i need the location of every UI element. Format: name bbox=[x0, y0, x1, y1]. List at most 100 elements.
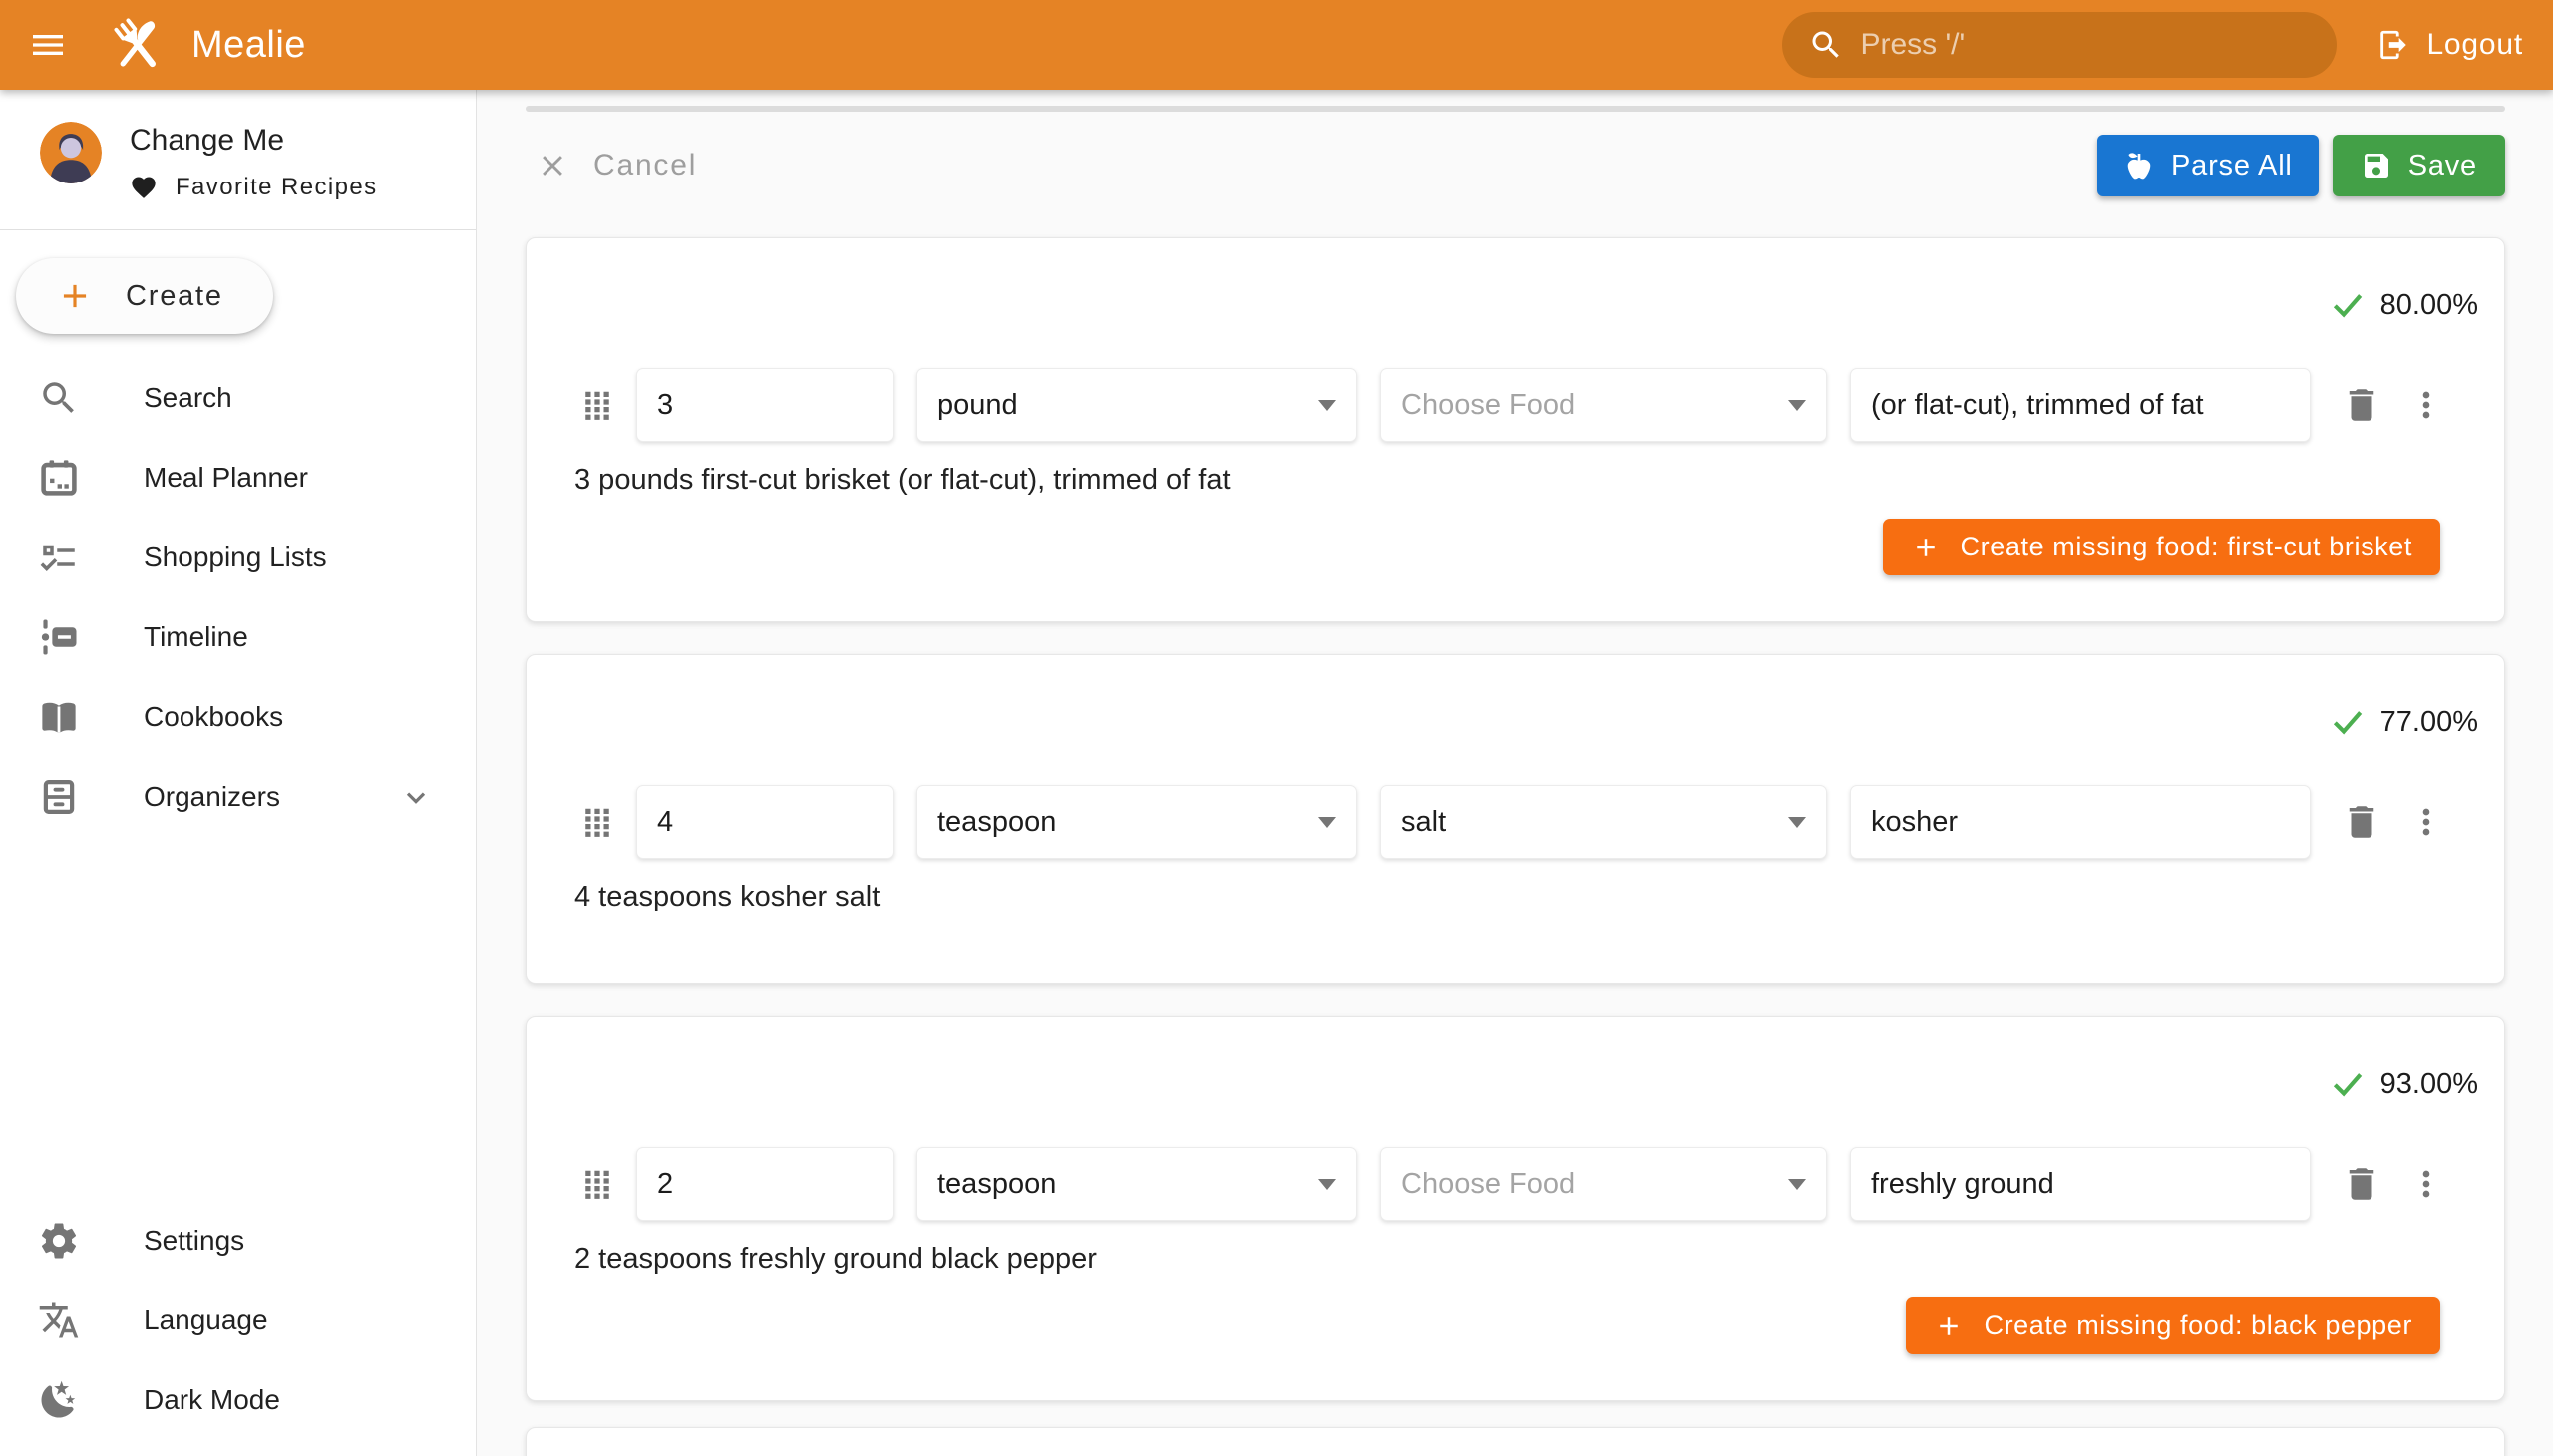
sidebar-item-label: Settings bbox=[144, 1225, 244, 1257]
check-icon bbox=[2329, 286, 2367, 324]
search-icon bbox=[38, 377, 80, 419]
sidebar-item-shopping-lists[interactable]: Shopping Lists bbox=[0, 518, 476, 597]
archive-icon bbox=[38, 776, 80, 818]
food-select[interactable]: Choose Food bbox=[1380, 368, 1827, 442]
food-placeholder: Choose Food bbox=[1401, 389, 1575, 422]
note-input[interactable] bbox=[1850, 368, 2311, 442]
delete-button[interactable] bbox=[2341, 384, 2382, 426]
quantity-input[interactable] bbox=[636, 368, 894, 442]
create-missing-food-button[interactable]: Create missing food: black pepper bbox=[1906, 1297, 2440, 1354]
close-icon bbox=[536, 149, 569, 182]
sidebar-item-timeline[interactable]: Timeline bbox=[0, 597, 476, 677]
chevron-down-icon bbox=[400, 781, 432, 813]
kebab-icon bbox=[2406, 1164, 2446, 1204]
trash-icon bbox=[2341, 384, 2382, 426]
sidebar-item-language[interactable]: Language bbox=[0, 1280, 476, 1360]
food-select[interactable]: Choose Food bbox=[1380, 1147, 1827, 1221]
timeline-icon bbox=[38, 616, 80, 658]
drag-handle[interactable] bbox=[582, 1169, 612, 1199]
more-menu-button[interactable] bbox=[2406, 802, 2446, 842]
quantity-input[interactable] bbox=[636, 1147, 894, 1221]
sidebar-item-dark-mode[interactable]: Dark Mode bbox=[0, 1360, 476, 1440]
parser-toolbar: Cancel Parse All Save bbox=[526, 134, 2505, 197]
more-menu-button[interactable] bbox=[2406, 385, 2446, 425]
food-value: salt bbox=[1401, 806, 1446, 839]
translate-icon bbox=[38, 1299, 80, 1341]
check-icon bbox=[2329, 703, 2367, 741]
confidence-badge: 93.00% bbox=[527, 1017, 2504, 1103]
chevron-down-icon bbox=[1788, 817, 1806, 828]
create-missing-food-row: Create missing food: black pepper bbox=[527, 1275, 2504, 1400]
next-ingredient-card-edge bbox=[526, 1427, 2505, 1456]
sidebar-item-cookbooks[interactable]: Cookbooks bbox=[0, 677, 476, 757]
ingredient-fields-row: pound Choose Food bbox=[527, 368, 2504, 442]
sidebar-item-search[interactable]: Search bbox=[0, 358, 476, 438]
unit-select[interactable]: teaspoon bbox=[916, 785, 1357, 859]
unit-value: pound bbox=[937, 389, 1018, 422]
sidebar-item-meal-planner[interactable]: Meal Planner bbox=[0, 438, 476, 518]
cancel-button[interactable]: Cancel bbox=[526, 149, 697, 182]
unit-select[interactable]: pound bbox=[916, 368, 1357, 442]
sidebar-nav: Search Meal Planner bbox=[0, 358, 476, 837]
book-icon bbox=[38, 696, 80, 738]
avatar[interactable] bbox=[40, 122, 102, 183]
sidebar-item-label: Search bbox=[144, 382, 232, 414]
ingredient-card: 80.00% pound Choose Food bbox=[526, 237, 2505, 622]
sidebar-item-label: Cookbooks bbox=[144, 701, 283, 733]
sidebar: Change Me Favorite Recipes Create bbox=[0, 90, 477, 1456]
trash-icon bbox=[2341, 801, 2382, 843]
user-section: Change Me Favorite Recipes bbox=[0, 90, 476, 201]
global-search[interactable] bbox=[1782, 12, 2337, 78]
more-menu-button[interactable] bbox=[2406, 1164, 2446, 1204]
chevron-down-icon bbox=[1318, 817, 1336, 828]
sidebar-item-label: Language bbox=[144, 1304, 268, 1336]
confidence-percent: 93.00% bbox=[2380, 1068, 2478, 1101]
scrolled-card-edge bbox=[526, 106, 2505, 112]
parse-all-button[interactable]: Parse All bbox=[2097, 135, 2319, 196]
ingredient-fields-row: teaspoon Choose Food bbox=[527, 1147, 2504, 1221]
ingredient-fields-row: teaspoon salt bbox=[527, 785, 2504, 859]
create-label: Create bbox=[126, 280, 223, 313]
drag-handle[interactable] bbox=[582, 390, 612, 420]
apple-icon bbox=[2123, 150, 2155, 182]
note-input[interactable] bbox=[1850, 1147, 2311, 1221]
unit-select[interactable]: teaspoon bbox=[916, 1147, 1357, 1221]
sidebar-item-label: Dark Mode bbox=[144, 1384, 280, 1416]
save-button[interactable]: Save bbox=[2333, 135, 2505, 196]
confidence-badge: 80.00% bbox=[527, 238, 2504, 324]
unit-value: teaspoon bbox=[937, 806, 1056, 839]
hamburger-menu-button[interactable] bbox=[28, 25, 68, 65]
delete-button[interactable] bbox=[2341, 801, 2382, 843]
delete-button[interactable] bbox=[2341, 1163, 2382, 1205]
quantity-input[interactable] bbox=[636, 785, 894, 859]
mealie-logo-icon bbox=[106, 13, 170, 77]
drag-handle[interactable] bbox=[582, 807, 612, 837]
search-input[interactable] bbox=[1860, 28, 2317, 62]
sidebar-spacer bbox=[0, 837, 476, 1201]
food-select[interactable]: salt bbox=[1380, 785, 1827, 859]
sidebar-divider bbox=[0, 229, 476, 230]
note-input[interactable] bbox=[1850, 785, 2311, 859]
app-bar: Mealie Logout bbox=[0, 0, 2553, 90]
chevron-down-icon bbox=[1788, 1179, 1806, 1190]
sidebar-item-label: Meal Planner bbox=[144, 462, 308, 494]
kebab-icon bbox=[2406, 802, 2446, 842]
original-text: 2 teaspoons freshly ground black pepper bbox=[574, 1243, 2456, 1275]
food-placeholder: Choose Food bbox=[1401, 1168, 1575, 1201]
sidebar-item-settings[interactable]: Settings bbox=[0, 1201, 476, 1280]
create-button[interactable]: Create bbox=[16, 258, 273, 334]
original-text: 3 pounds first-cut brisket (or flat-cut)… bbox=[574, 464, 2456, 497]
search-icon bbox=[1808, 27, 1844, 63]
trash-icon bbox=[2341, 1163, 2382, 1205]
parse-all-label: Parse All bbox=[2171, 150, 2293, 182]
logout-button[interactable]: Logout bbox=[2376, 28, 2523, 62]
favorite-recipes-button[interactable]: Favorite Recipes bbox=[130, 174, 377, 201]
create-missing-food-button[interactable]: Create missing food: first-cut brisket bbox=[1883, 519, 2440, 575]
sidebar-item-organizers[interactable]: Organizers bbox=[0, 757, 476, 837]
kebab-icon bbox=[2406, 385, 2446, 425]
favorite-recipes-label: Favorite Recipes bbox=[176, 174, 377, 201]
check-icon bbox=[2329, 1065, 2367, 1103]
main-content: Cancel Parse All Save 80 bbox=[477, 90, 2553, 1456]
confidence-badge: 77.00% bbox=[527, 655, 2504, 741]
sidebar-item-label: Shopping Lists bbox=[144, 542, 327, 573]
